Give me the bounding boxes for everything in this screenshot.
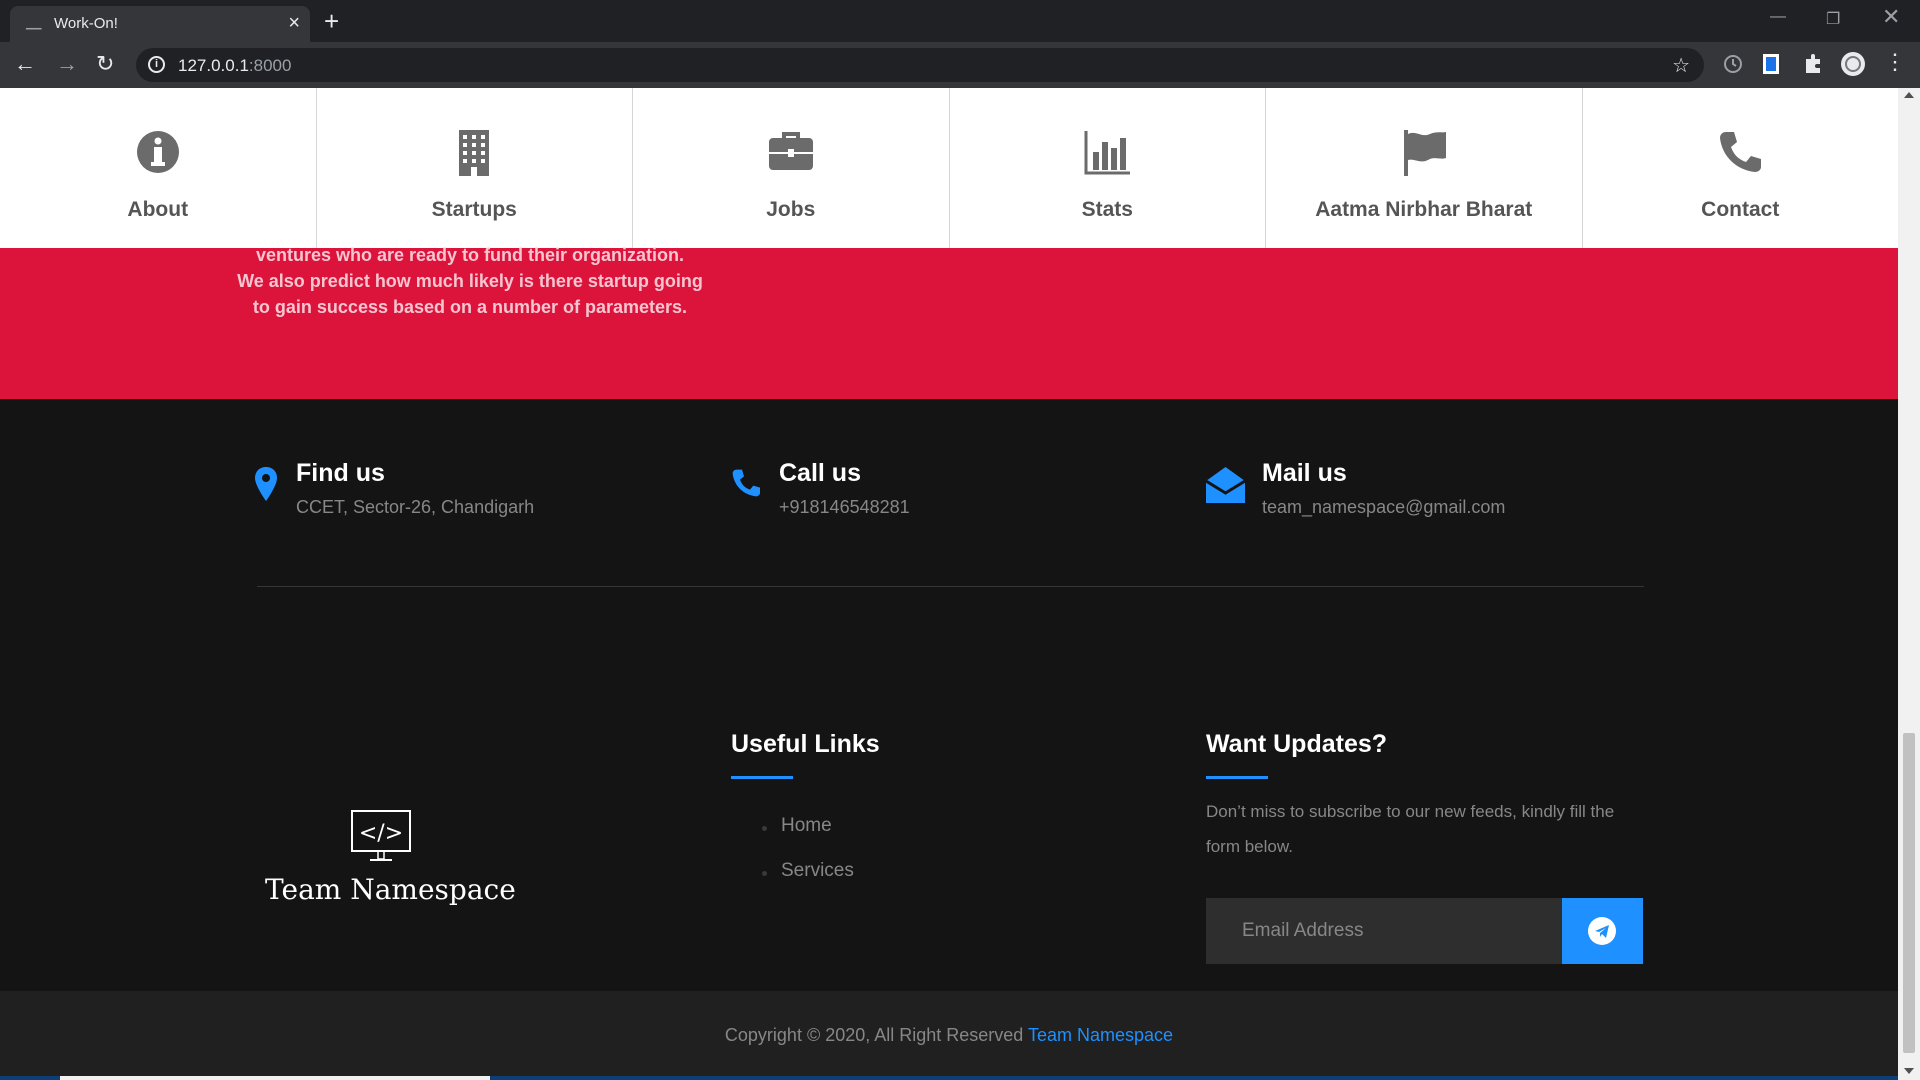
menu-kebab-icon[interactable]: ⋮ bbox=[1884, 48, 1906, 76]
url-host: 127.0.0.1 bbox=[178, 56, 249, 75]
feature-aatma-nirbhar-bharat[interactable]: Aatma Nirbhar Bharat bbox=[1266, 88, 1583, 248]
bottom-strip-highlight bbox=[60, 1076, 490, 1080]
copyright-area: Copyright © 2020, All Right Reserved Tea… bbox=[0, 991, 1898, 1080]
feature-label: Aatma Nirbhar Bharat bbox=[1315, 198, 1533, 221]
address-bar[interactable]: i 127.0.0.1:8000 ☆ bbox=[136, 48, 1704, 82]
find-us-title: Find us bbox=[296, 459, 385, 487]
browser-window: ▁▁ Work-On! × + — ❐ ✕ ← → ↻ i 127.0.0.1:… bbox=[0, 0, 1920, 1080]
forward-icon[interactable]: → bbox=[56, 50, 78, 78]
tab-title: Work-On! bbox=[54, 15, 118, 32]
scroll-thumb[interactable] bbox=[1903, 733, 1915, 1053]
useful-links-underline bbox=[731, 776, 793, 779]
building-icon bbox=[459, 130, 490, 176]
phone-icon bbox=[1720, 132, 1762, 172]
url-port: :8000 bbox=[248, 56, 292, 75]
useful-links-heading: Useful Links bbox=[731, 730, 880, 758]
page-viewport: About Startups Jobs Stats Aatma Nirbhar … bbox=[0, 88, 1898, 1080]
mail-us-email[interactable]: team_namespace@gmail.com bbox=[1262, 497, 1505, 518]
call-us-phone[interactable]: +918146548281 bbox=[779, 497, 910, 518]
bullet-icon bbox=[762, 826, 767, 831]
tab-bar: ▁▁ Work-On! × + — ❐ ✕ bbox=[0, 0, 1920, 42]
bullet-icon bbox=[762, 871, 767, 876]
map-marker-icon bbox=[255, 467, 277, 501]
updates-underline bbox=[1206, 776, 1268, 779]
feature-label: Jobs bbox=[766, 198, 816, 221]
browser-toolbar: ← → ↻ i 127.0.0.1:8000 ☆ ⋮ bbox=[0, 42, 1920, 88]
copyright-brand-link[interactable]: Team Namespace bbox=[1028, 1025, 1173, 1045]
phone-icon bbox=[732, 469, 760, 497]
scroll-down-arrow-icon[interactable] bbox=[1904, 1068, 1914, 1074]
info-icon bbox=[136, 131, 179, 173]
minimize-icon[interactable]: — bbox=[1770, 8, 1786, 26]
call-us-title: Call us bbox=[779, 459, 861, 487]
feature-label: About bbox=[127, 198, 189, 221]
team-logo-text: Team Namespace bbox=[265, 873, 516, 906]
feature-label: Contact bbox=[1701, 198, 1780, 221]
email-input[interactable] bbox=[1206, 898, 1564, 964]
subscribe-button[interactable] bbox=[1562, 898, 1643, 964]
profile-avatar-icon[interactable] bbox=[1840, 51, 1866, 77]
puzzle-icon[interactable] bbox=[1802, 53, 1824, 75]
hero-band: ventures who are ready to fund their org… bbox=[0, 245, 1898, 399]
briefcase-icon bbox=[768, 132, 813, 170]
close-tab-icon[interactable]: × bbox=[288, 12, 300, 34]
link-home[interactable]: Home bbox=[781, 815, 832, 837]
page-scrollbar[interactable] bbox=[1898, 88, 1920, 1080]
back-icon[interactable]: ← bbox=[14, 50, 36, 78]
close-window-icon[interactable]: ✕ bbox=[1882, 4, 1900, 30]
extension-icon[interactable] bbox=[1762, 53, 1780, 75]
copyright-label: Copyright © 2020, All Right Reserved bbox=[724, 1025, 1028, 1045]
updates-heading: Want Updates? bbox=[1206, 730, 1388, 758]
new-tab-icon[interactable]: + bbox=[324, 6, 339, 36]
site-info-icon[interactable]: i bbox=[148, 56, 165, 73]
updates-description: Don’t miss to subscribe to our new feeds… bbox=[1206, 802, 1615, 856]
hero-description: ventures who are ready to fund their org… bbox=[230, 242, 710, 320]
feature-jobs[interactable]: Jobs bbox=[633, 88, 950, 248]
telegram-send-icon bbox=[1588, 917, 1616, 945]
browser-tab[interactable]: ▁▁ Work-On! × bbox=[10, 6, 310, 42]
bookmark-star-icon[interactable]: ☆ bbox=[1672, 53, 1690, 78]
reload-icon[interactable]: ↻ bbox=[96, 50, 114, 78]
feature-nav: About Startups Jobs Stats Aatma Nirbhar … bbox=[0, 88, 1898, 248]
footer-divider bbox=[257, 586, 1644, 587]
envelope-open-icon bbox=[1206, 467, 1245, 503]
link-services[interactable]: Services bbox=[781, 860, 854, 882]
mail-us-title: Mail us bbox=[1262, 459, 1347, 487]
footer: Find us CCET, Sector-26, Chandigarh Call… bbox=[0, 399, 1898, 991]
restore-icon[interactable]: ❐ bbox=[1826, 9, 1840, 29]
bar-chart-icon bbox=[1084, 131, 1131, 175]
feature-startups[interactable]: Startups bbox=[317, 88, 633, 248]
flag-icon bbox=[1403, 130, 1446, 176]
scroll-up-arrow-icon[interactable] bbox=[1904, 92, 1914, 98]
url-text: 127.0.0.1:8000 bbox=[178, 56, 291, 76]
feature-contact[interactable]: Contact bbox=[1583, 88, 1899, 248]
history-icon[interactable] bbox=[1722, 53, 1744, 75]
code-monitor-icon: </> bbox=[351, 810, 411, 861]
feature-about[interactable]: About bbox=[0, 88, 317, 248]
hero-text-rest: We also predict how much likely is there… bbox=[237, 271, 703, 317]
favicon-icon: ▁▁ bbox=[26, 19, 42, 30]
feature-stats[interactable]: Stats bbox=[950, 88, 1266, 248]
team-logo[interactable]: </> Team Namespace bbox=[265, 809, 516, 909]
find-us-address: CCET, Sector-26, Chandigarh bbox=[296, 497, 535, 517]
svg-text:</>: </> bbox=[359, 821, 403, 846]
feature-label: Startups bbox=[431, 198, 517, 221]
hero-text-line1: ventures who are ready to fund their org… bbox=[255, 245, 685, 265]
feature-label: Stats bbox=[1081, 198, 1133, 221]
copyright-text: Copyright © 2020, All Right Reserved Tea… bbox=[0, 1025, 1898, 1046]
